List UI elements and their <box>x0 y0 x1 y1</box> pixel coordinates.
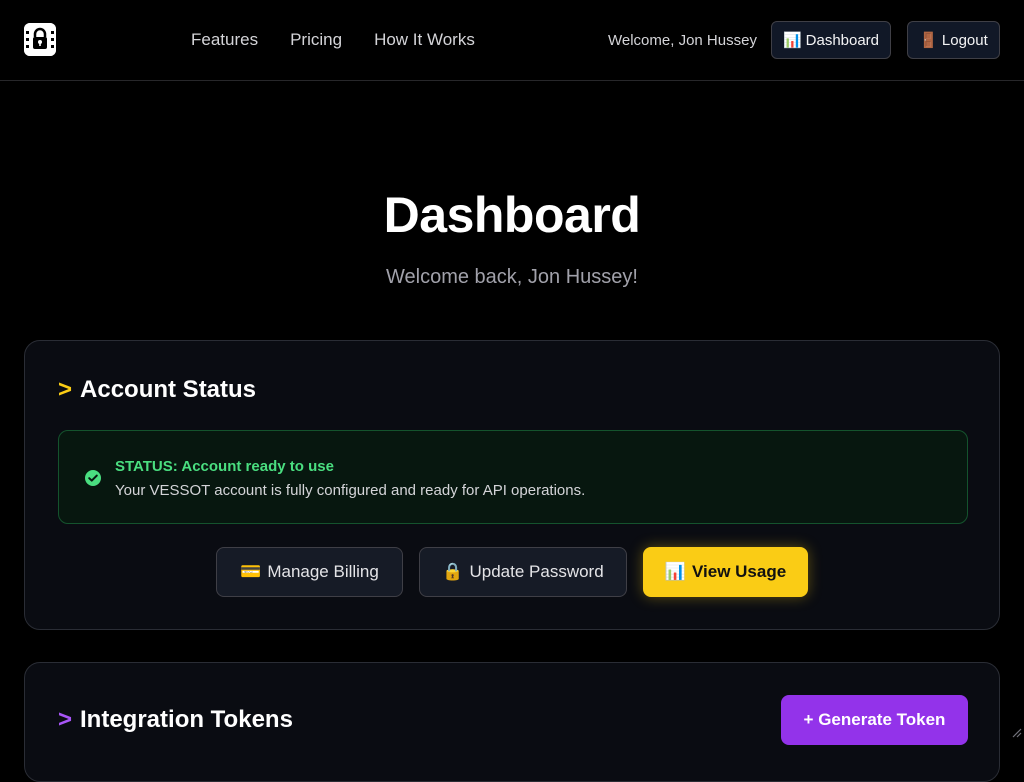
credit-card-icon: 💳 <box>240 562 261 582</box>
status-heading: STATUS: Account ready to use <box>115 458 334 475</box>
account-status-card: > Account Status STATUS: Account ready to… <box>24 340 1000 630</box>
logo[interactable] <box>24 23 56 56</box>
top-navbar: Features Pricing How It Works Welcome, J… <box>0 0 1024 81</box>
nav-link-how-it-works[interactable]: How It Works <box>374 30 475 50</box>
integration-tokens-title-text: Integration Tokens <box>80 706 293 733</box>
manage-billing-button[interactable]: 💳 Manage Billing <box>216 547 403 597</box>
page-subtitle: Welcome back, Jon Hussey! <box>0 266 1024 289</box>
integration-tokens-card: > Integration Tokens + Generate Token <box>24 662 1000 782</box>
status-alert: STATUS: Account ready to use Your VESSOT… <box>58 430 968 524</box>
prompt-icon: > <box>58 706 72 733</box>
update-password-button[interactable]: 🔒 Update Password <box>419 547 627 597</box>
dashboard-button[interactable]: 📊 Dashboard <box>771 21 891 59</box>
integration-tokens-title: > Integration Tokens <box>58 706 293 734</box>
resize-handle-icon[interactable] <box>1010 726 1022 738</box>
page-title: Dashboard <box>0 186 1024 244</box>
manage-billing-label: Manage Billing <box>267 562 379 582</box>
dashboard-button-label: Dashboard <box>806 32 879 49</box>
account-status-title: > Account Status <box>58 376 256 404</box>
logout-button-label: Logout <box>942 32 988 49</box>
prompt-icon: > <box>58 376 72 403</box>
chart-icon: 📊 <box>783 31 802 49</box>
update-password-label: Update Password <box>469 562 603 582</box>
nav-link-pricing[interactable]: Pricing <box>290 30 342 50</box>
view-usage-button[interactable]: 📊 View Usage <box>643 547 808 597</box>
view-usage-label: View Usage <box>692 562 786 582</box>
account-status-title-text: Account Status <box>80 376 256 403</box>
nav-links: Features Pricing How It Works <box>191 30 475 50</box>
generate-token-button[interactable]: + Generate Token <box>781 695 968 745</box>
welcome-text: Welcome, Jon Hussey <box>608 32 757 49</box>
door-icon: 🚪 <box>919 31 938 49</box>
logout-button[interactable]: 🚪 Logout <box>907 21 1000 59</box>
lock-icon: 🔒 <box>442 562 463 582</box>
status-description: Your VESSOT account is fully configured … <box>115 482 585 499</box>
nav-link-features[interactable]: Features <box>191 30 258 50</box>
chart-icon: 📊 <box>665 562 686 582</box>
lock-icon <box>24 23 56 56</box>
check-circle-icon <box>84 469 102 487</box>
